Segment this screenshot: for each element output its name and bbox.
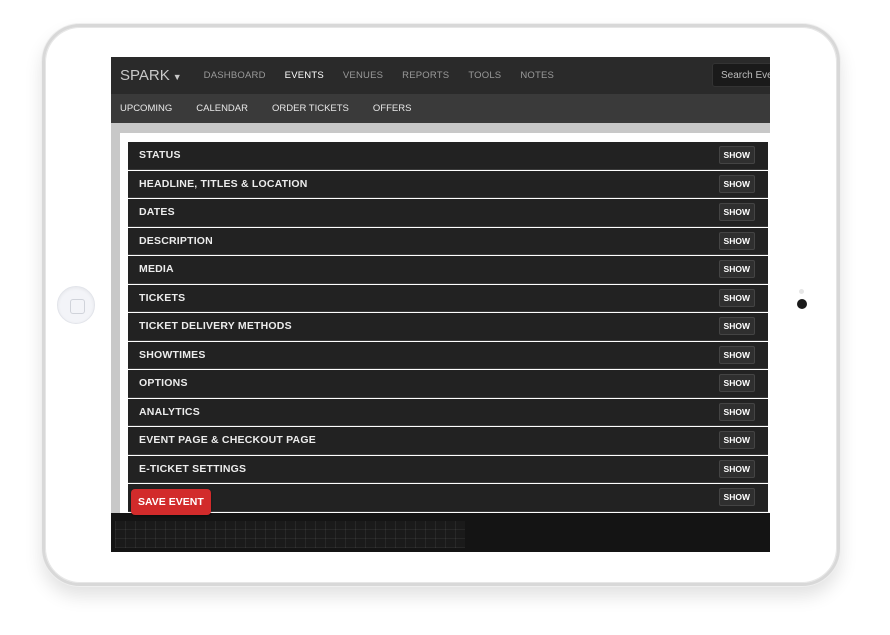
section-row[interactable]: ANALYTICS SHOW [128, 398, 768, 426]
show-button[interactable]: SHOW [718, 260, 755, 279]
subnav-item-offers[interactable]: OFFERS [373, 103, 412, 114]
chevron-down-icon: ▼ [172, 72, 182, 82]
section-row[interactable]: HEADLINE, TITLES & LOCATION SHOW [128, 170, 768, 198]
nav-item-reports[interactable]: REPORTS [402, 70, 449, 81]
section-row[interactable]: SHOWTIMES SHOW [128, 341, 768, 369]
event-form-panel: STATUS SHOW HEADLINE, TITLES & LOCATION SHO… [120, 133, 770, 513]
section-title: DESCRIPTION [139, 234, 213, 247]
section-row[interactable]: VORKINGSHOW [128, 484, 768, 512]
show-button[interactable]: SHOW [718, 317, 755, 336]
content-area: STATUS SHOW HEADLINE, TITLES & LOCATION SHO… [111, 123, 770, 513]
section-row[interactable]: TICKET DELIVERY METHODS SHOW [128, 313, 768, 341]
section-title: TICKETS [139, 291, 186, 304]
section-row[interactable]: OPTIONS SHOW [128, 370, 768, 398]
footer-bar [111, 513, 770, 552]
brand-menu[interactable]: SPARK ▼ [120, 67, 182, 84]
show-button[interactable]: SHOW [718, 374, 755, 393]
search-input[interactable]: Search Eve [712, 63, 770, 87]
save-event-button[interactable]: SAVE EVENT [131, 489, 211, 515]
show-button[interactable]: SHOW [718, 431, 755, 450]
show-button[interactable]: SHOW [718, 174, 755, 193]
show-button[interactable]: SHOW [718, 402, 755, 421]
section-title: ANALYTICS [139, 405, 200, 418]
section-row[interactable]: DESCRIPTION SHOW [128, 227, 768, 255]
home-button[interactable] [57, 286, 95, 324]
subnav-item-order-tickets[interactable]: ORDER TICKETS [272, 103, 349, 114]
subnav-item-calendar[interactable]: CALENDAR [196, 103, 248, 114]
show-button[interactable]: SHOW [718, 203, 755, 222]
brand-label: SPARK [120, 67, 170, 84]
section-title: MEDIA [139, 263, 174, 276]
show-button[interactable]: SHOW [718, 288, 755, 307]
section-row[interactable]: DATES SHOW [128, 199, 768, 227]
nav-item-venues[interactable]: VENUES [343, 70, 383, 81]
app-screen: SPARK ▼ DASHBOARD EVENTS VENUES REPORTS TOOL… [111, 57, 770, 552]
show-button[interactable]: SHOW [718, 459, 755, 478]
show-button[interactable]: SHOW [718, 231, 755, 250]
top-navigation: SPARK ▼ DASHBOARD EVENTS VENUES REPORTS TOOL… [111, 57, 770, 94]
section-title: E-TICKET SETTINGS [139, 462, 247, 475]
section-row[interactable]: STATUS SHOW [128, 142, 768, 170]
nav-item-events[interactable]: EVENTS [285, 70, 324, 81]
section-title: HEADLINE, TITLES & LOCATION [139, 177, 308, 190]
sub-navigation: UPCOMING CALENDAR ORDER TICKETS OFFERS [111, 94, 770, 123]
section-row[interactable]: MEDIA SHOW [128, 256, 768, 284]
show-button[interactable]: SHOW [718, 345, 755, 364]
nav-item-notes[interactable]: NOTES [520, 70, 554, 81]
section-title: STATUS [139, 149, 181, 162]
keyboard-strip [115, 521, 465, 548]
section-row[interactable]: EVENT PAGE & CHECKOUT PAGE SHOW [128, 427, 768, 455]
section-list: STATUS SHOW HEADLINE, TITLES & LOCATION SHO… [128, 142, 768, 513]
nav-item-dashboard[interactable]: DASHBOARD [204, 70, 266, 81]
section-title: DATES [139, 206, 175, 219]
camera-dot [797, 299, 807, 309]
show-button[interactable]: SHOW [718, 146, 755, 165]
section-title: TICKET DELIVERY METHODS [139, 320, 292, 333]
nav-item-tools[interactable]: TOOLS [468, 70, 501, 81]
section-title: OPTIONS [139, 377, 188, 390]
section-row[interactable]: TICKETS SHOW [128, 284, 768, 312]
show-button[interactable]: SHOW [718, 488, 755, 507]
section-title: SHOWTIMES [139, 348, 206, 361]
sensor-dot [799, 289, 804, 294]
section-row[interactable]: E-TICKET SETTINGS SHOW [128, 455, 768, 483]
main-nav: DASHBOARD EVENTS VENUES REPORTS TOOLS NOTES [204, 70, 573, 81]
section-title: EVENT PAGE & CHECKOUT PAGE [139, 434, 316, 447]
subnav-item-upcoming[interactable]: UPCOMING [120, 103, 172, 114]
